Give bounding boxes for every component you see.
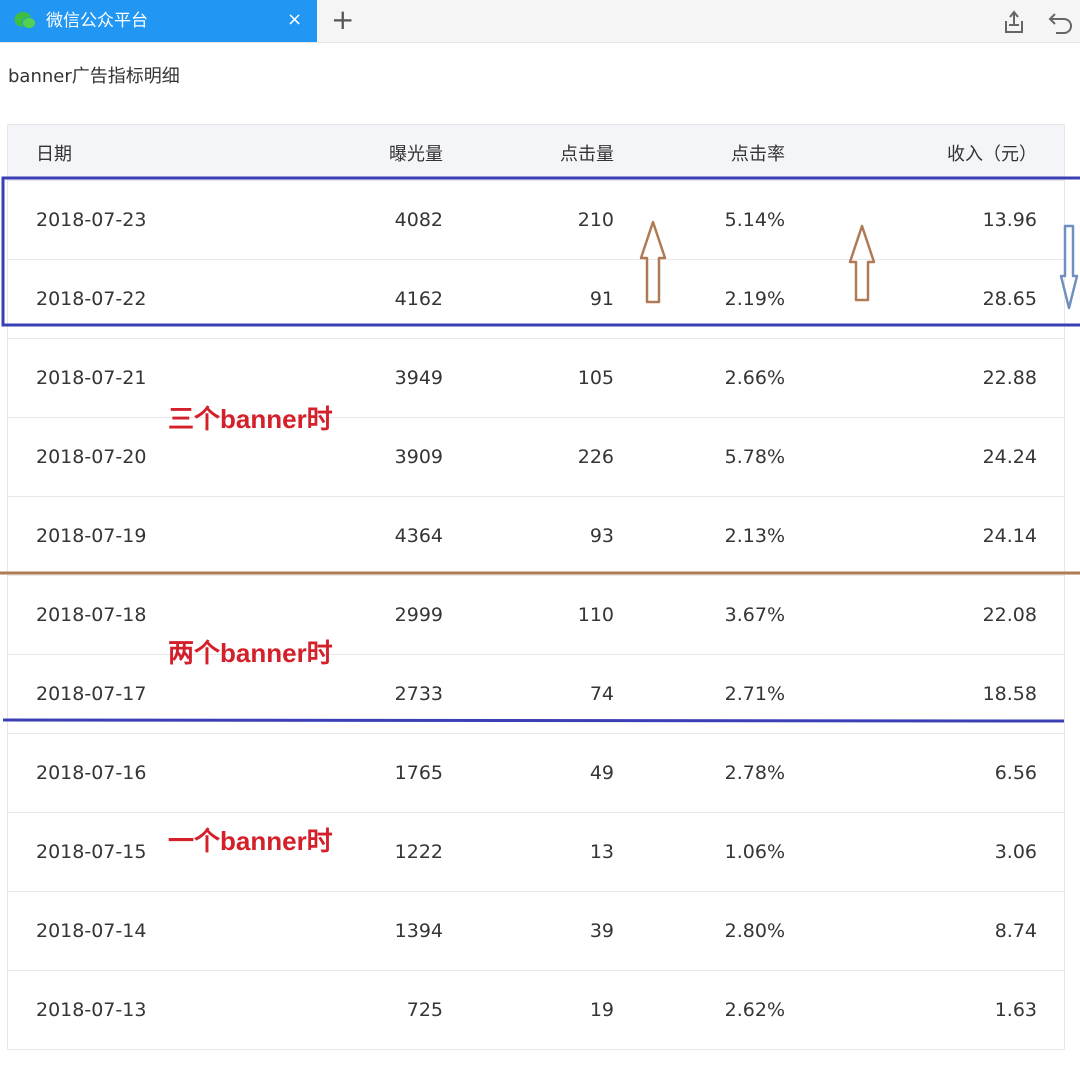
cell-ctr: 5.78% xyxy=(724,446,785,468)
cell-impressions: 3949 xyxy=(394,367,443,389)
table-row: 2018-07-21 3949 105 2.66% 22.88 xyxy=(8,338,1064,417)
annotation-two-banners: 两个banner时 xyxy=(168,638,333,668)
cell-revenue: 24.24 xyxy=(982,446,1037,468)
cell-revenue: 22.88 xyxy=(982,367,1037,389)
annotation-three-banners: 三个banner时 xyxy=(168,404,333,434)
cell-revenue: 8.74 xyxy=(994,920,1037,942)
cell-ctr: 2.13% xyxy=(724,525,785,547)
cell-clicks: 91 xyxy=(589,288,614,310)
cell-revenue: 6.56 xyxy=(994,762,1037,784)
cell-revenue: 22.08 xyxy=(982,604,1037,626)
table-row: 2018-07-16 1765 49 2.78% 6.56 xyxy=(8,733,1064,812)
cell-impressions: 4082 xyxy=(394,209,443,231)
header-revenue[interactable]: 收入（元） xyxy=(947,125,1037,180)
cell-ctr: 2.66% xyxy=(724,367,785,389)
cell-clicks: 74 xyxy=(589,683,614,705)
header-ctr[interactable]: 点击率 xyxy=(731,125,785,180)
page-title: banner广告指标明细 xyxy=(8,66,180,87)
browser-tab-bar: 微信公众平台 × + xyxy=(0,0,1080,43)
cell-revenue: 18.58 xyxy=(982,683,1037,705)
cell-date: 2018-07-23 xyxy=(36,209,147,231)
cell-impressions: 1394 xyxy=(394,920,443,942)
cell-clicks: 39 xyxy=(589,920,614,942)
table-row: 2018-07-23 4082 210 5.14% 13.96 xyxy=(8,180,1064,259)
cell-revenue: 24.14 xyxy=(982,525,1037,547)
cell-date: 2018-07-14 xyxy=(36,920,147,942)
tab-title: 微信公众平台 xyxy=(46,11,148,31)
table-row: 2018-07-20 3909 226 5.78% 24.24 xyxy=(8,417,1064,496)
cell-clicks: 105 xyxy=(577,367,614,389)
cell-clicks: 19 xyxy=(589,999,614,1021)
table-row: 2018-07-18 2999 110 3.67% 22.08 xyxy=(8,575,1064,654)
cell-revenue: 1.63 xyxy=(994,999,1037,1021)
table-header: 日期 曝光量 点击量 点击率 收入（元） xyxy=(8,124,1064,180)
cell-ctr: 2.71% xyxy=(724,683,785,705)
cell-ctr: 2.78% xyxy=(724,762,785,784)
header-clicks[interactable]: 点击量 xyxy=(560,125,614,180)
share-icon[interactable] xyxy=(1001,9,1027,35)
cell-revenue: 28.65 xyxy=(982,288,1037,310)
cell-ctr: 2.19% xyxy=(724,288,785,310)
cell-impressions: 3909 xyxy=(394,446,443,468)
table-row: 2018-07-17 2733 74 2.71% 18.58 xyxy=(8,654,1064,733)
cell-ctr: 2.80% xyxy=(724,920,785,942)
cell-revenue: 13.96 xyxy=(982,209,1037,231)
cell-impressions: 1765 xyxy=(394,762,443,784)
cell-clicks: 110 xyxy=(577,604,614,626)
cell-date: 2018-07-19 xyxy=(36,525,147,547)
cell-revenue: 3.06 xyxy=(994,841,1037,863)
cell-ctr: 2.62% xyxy=(724,999,785,1021)
cell-impressions: 4162 xyxy=(394,288,443,310)
banner-metrics-table: 日期 曝光量 点击量 点击率 收入（元） 2018-07-23 4082 210 5.… xyxy=(7,124,1065,1050)
cell-date: 2018-07-22 xyxy=(36,288,147,310)
table-row: 2018-07-22 4162 91 2.19% 28.65 xyxy=(8,259,1064,338)
browser-tab-active[interactable]: 微信公众平台 × xyxy=(0,0,317,42)
cell-date: 2018-07-15 xyxy=(36,841,147,863)
cell-ctr: 1.06% xyxy=(724,841,785,863)
cell-date: 2018-07-20 xyxy=(36,446,147,468)
cell-impressions: 725 xyxy=(406,999,443,1021)
cell-date: 2018-07-18 xyxy=(36,604,147,626)
tab-close-icon[interactable]: × xyxy=(287,9,302,31)
cell-ctr: 3.67% xyxy=(724,604,785,626)
cell-impressions: 1222 xyxy=(394,841,443,863)
cell-clicks: 93 xyxy=(589,525,614,547)
table-body: 2018-07-23 4082 210 5.14% 13.96 2018-07-22 416… xyxy=(8,180,1064,1049)
cell-clicks: 210 xyxy=(577,209,614,231)
cell-clicks: 49 xyxy=(589,762,614,784)
header-date[interactable]: 日期 xyxy=(36,125,72,180)
cell-impressions: 2999 xyxy=(394,604,443,626)
wechat-logo-icon xyxy=(14,12,36,29)
table-row: 2018-07-19 4364 93 2.13% 24.14 xyxy=(8,496,1064,575)
cell-clicks: 226 xyxy=(577,446,614,468)
cell-ctr: 5.14% xyxy=(724,209,785,231)
cell-date: 2018-07-13 xyxy=(36,999,147,1021)
undo-icon[interactable] xyxy=(1047,8,1075,34)
cell-date: 2018-07-21 xyxy=(36,367,147,389)
table-row: 2018-07-14 1394 39 2.80% 8.74 xyxy=(8,891,1064,970)
annotation-one-banner: 一个banner时 xyxy=(168,826,333,856)
cell-impressions: 2733 xyxy=(394,683,443,705)
new-tab-button[interactable]: + xyxy=(331,6,354,34)
cell-impressions: 4364 xyxy=(394,525,443,547)
table-row: 2018-07-13 725 19 2.62% 1.63 xyxy=(8,970,1064,1049)
cell-clicks: 13 xyxy=(589,841,614,863)
cell-date: 2018-07-17 xyxy=(36,683,147,705)
table-row: 2018-07-15 1222 13 1.06% 3.06 xyxy=(8,812,1064,891)
header-impressions[interactable]: 曝光量 xyxy=(389,125,443,180)
cell-date: 2018-07-16 xyxy=(36,762,147,784)
